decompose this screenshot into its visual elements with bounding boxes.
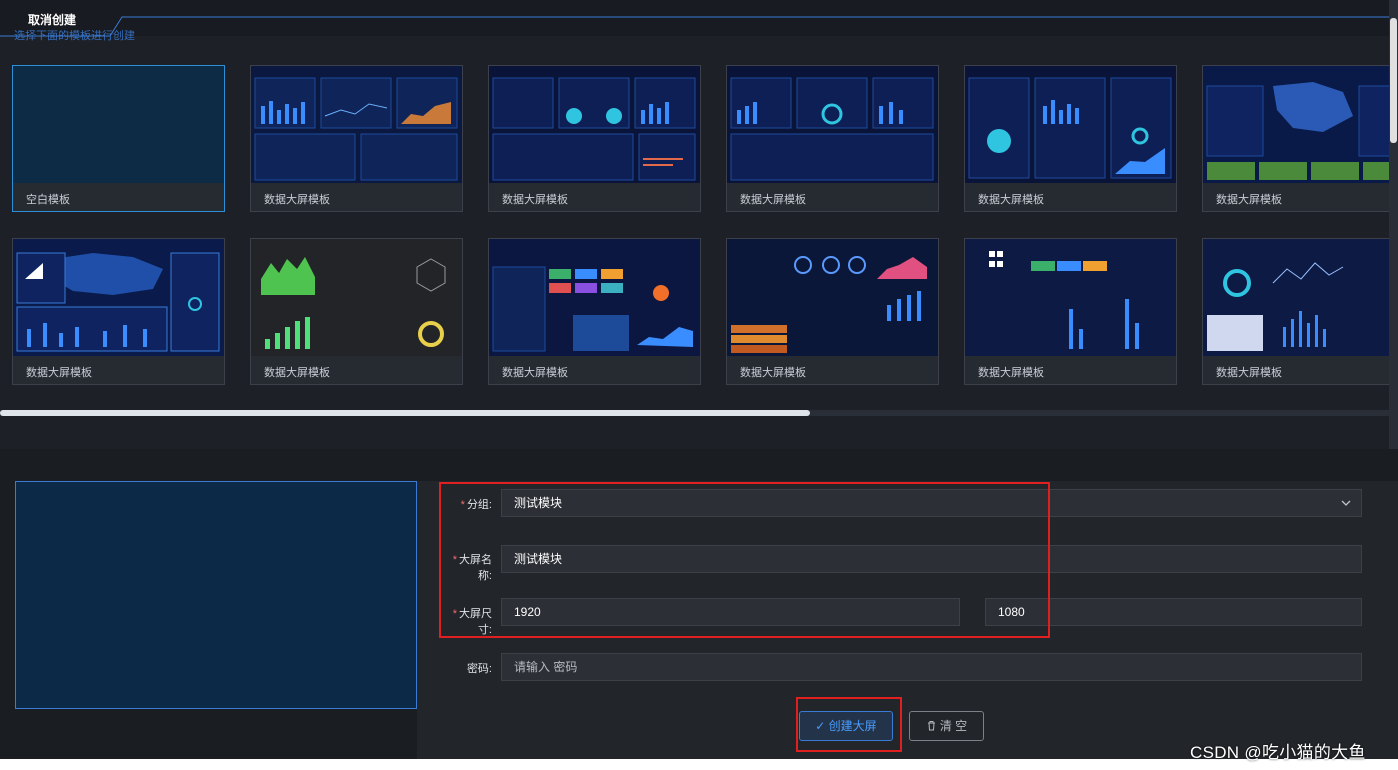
template-thumbnail (727, 66, 938, 183)
password-input[interactable]: 请输入 密码 (501, 653, 1362, 681)
template-card[interactable]: 数据大屏模板 (250, 238, 463, 385)
template-label: 数据大屏模板 (1216, 194, 1282, 206)
template-thumbnail (489, 239, 700, 356)
template-label: 数据大屏模板 (740, 194, 806, 206)
vertical-scrollbar-thumb[interactable] (1390, 18, 1397, 143)
width-input-value: 1920 (514, 605, 541, 619)
height-input-value: 1080 (998, 605, 1025, 619)
create-screen-button[interactable]: ✓ 创建大屏 (799, 711, 893, 741)
template-thumbnail (1203, 239, 1389, 356)
template-card[interactable]: 数据大屏模板 (488, 238, 701, 385)
vertical-scrollbar[interactable] (1389, 0, 1398, 449)
template-card-blank[interactable]: 空白模板 (12, 65, 225, 212)
template-thumbnail (251, 239, 462, 356)
template-hint: 选择下面的模板进行创建 (14, 30, 135, 42)
template-label: 数据大屏模板 (978, 367, 1044, 379)
preview-canvas (15, 481, 417, 709)
password-placeholder: 请输入 密码 (514, 660, 578, 674)
template-card[interactable]: 数据大屏模板 (1202, 65, 1390, 212)
group-select-value: 测试模块 (514, 496, 563, 510)
template-label: 数据大屏模板 (740, 367, 806, 379)
template-card[interactable]: 数据大屏模板 (12, 238, 225, 385)
width-input[interactable]: 1920 (501, 598, 960, 626)
template-label: 数据大屏模板 (26, 367, 92, 379)
template-card[interactable]: 数据大屏模板 (964, 65, 1177, 212)
template-label: 数据大屏模板 (502, 194, 568, 206)
template-label: 数据大屏模板 (1216, 367, 1282, 379)
trash-icon (927, 721, 935, 731)
template-thumbnail (965, 239, 1176, 356)
tab-cancel-create[interactable]: 取消创建 (28, 11, 76, 28)
template-panel: 取消创建 选择下面的模板进行创建 空白模板 数据大屏模板 数据大屏模板 数据大屏… (0, 0, 1398, 449)
watermark: CSDN @吃小猫的大鱼 (1190, 743, 1366, 762)
template-thumbnail (489, 66, 700, 183)
chevron-down-icon (1341, 500, 1351, 506)
horizontal-scrollbar-thumb[interactable] (0, 410, 810, 416)
template-thumbnail (13, 239, 224, 356)
template-thumbnail (727, 239, 938, 356)
template-card[interactable]: 数据大屏模板 (726, 65, 939, 212)
clear-button[interactable]: 清 空 (909, 711, 984, 741)
height-input[interactable]: 1080 (985, 598, 1362, 626)
template-label: 数据大屏模板 (264, 367, 330, 379)
template-card[interactable]: 数据大屏模板 (250, 65, 463, 212)
template-card[interactable]: 数据大屏模板 (1202, 238, 1390, 385)
template-card[interactable]: 数据大屏模板 (726, 238, 939, 385)
name-input[interactable]: 测试模块 (501, 545, 1362, 573)
template-label: 数据大屏模板 (502, 367, 568, 379)
template-label: 数据大屏模板 (978, 194, 1044, 206)
template-thumbnail (251, 66, 462, 183)
tab-underline (0, 16, 1398, 37)
template-label: 空白模板 (26, 194, 70, 206)
create-screen-dialog: 取消创建 选择下面的模板进行创建 空白模板 数据大屏模板 数据大屏模板 数据大屏… (0, 0, 1398, 770)
template-card[interactable]: 数据大屏模板 (488, 65, 701, 212)
name-label: * 大屏名称: (452, 554, 492, 582)
template-card[interactable]: 数据大屏模板 (964, 238, 1177, 385)
template-thumbnail (13, 66, 224, 183)
name-input-value: 测试模块 (514, 552, 563, 566)
password-label: 密码: (466, 663, 492, 675)
template-label: 数据大屏模板 (264, 194, 330, 206)
size-label: * 大屏尺寸: (452, 608, 492, 636)
template-thumbnail (1203, 66, 1389, 183)
group-label: * 分组: (460, 499, 492, 511)
group-select[interactable]: 测试模块 (501, 489, 1362, 517)
template-thumbnail (965, 66, 1176, 183)
